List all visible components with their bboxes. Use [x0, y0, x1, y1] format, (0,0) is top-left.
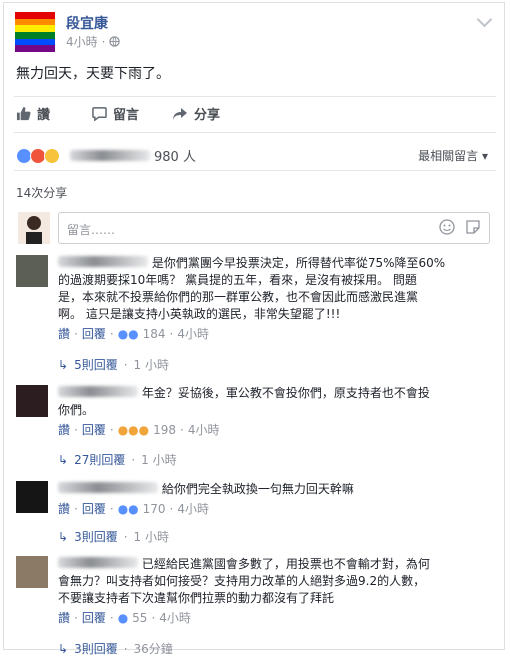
comment-time[interactable]: 4小時 [159, 610, 191, 627]
comment-text: 年金？妥協後，軍公教不會投你們，原支持者也不會投 [58, 385, 490, 402]
comment-text-line: 啊。 這只是讓支持小英執政的選民，非常失望罷了!!! [58, 307, 341, 321]
sort-label: 最相關留言 [418, 149, 479, 163]
comment-text: 給你們完全執政換一句無力回天幹嘛 [58, 481, 490, 498]
comment-reply-link[interactable]: 回覆 [82, 326, 106, 343]
comment-reaction-count[interactable]: 55 [132, 610, 147, 627]
sticker-icon[interactable] [465, 219, 481, 235]
comment-like-link[interactable]: 讚 [58, 326, 70, 343]
reply-arrow-icon: ↳ [58, 529, 69, 544]
comment-reply-link[interactable]: 回覆 [82, 422, 106, 439]
reply-time: 1 小時 [133, 358, 169, 372]
comment-reaction-count[interactable]: 198 [153, 422, 176, 439]
commenter-avatar[interactable] [16, 255, 48, 287]
comment-text-line: 你們。 [58, 403, 95, 417]
reply-arrow-icon: ↳ [58, 452, 69, 467]
replies-count: 27則回覆 [74, 453, 126, 467]
share-label: 分享 [194, 108, 221, 123]
post-time[interactable]: 4小時 [66, 33, 98, 50]
reply-time: 1 小時 [133, 530, 169, 544]
comment-like-link[interactable]: 讚 [58, 422, 70, 439]
replies-count: 3則回覆 [74, 642, 118, 656]
redacted-names [70, 150, 150, 161]
reply-time: 36分鐘 [133, 642, 173, 656]
comment-placeholder: 留言…… [67, 223, 116, 237]
commenter-avatar[interactable] [16, 556, 48, 588]
comment-button[interactable]: 留言 [92, 104, 139, 123]
caret-down-icon: ▾ [481, 149, 488, 163]
comment-time[interactable]: 4小時 [188, 422, 220, 439]
like-label: 讚 [37, 108, 51, 123]
thumbs-up-icon [16, 106, 31, 121]
post-meta: 4小時 · [66, 33, 121, 50]
comment-text-line: 是，本來就不投票給你們的那一群軍公教，也不會因此而感激民進黨 [58, 290, 419, 304]
view-replies-link[interactable]: ↳ 3則回覆 · 1 小時 [58, 528, 169, 545]
speech-bubble-icon [92, 106, 107, 121]
user-avatar [18, 212, 50, 244]
page-name-link[interactable]: 段宜康 [66, 13, 108, 33]
comment-time[interactable]: 4小時 [177, 326, 209, 343]
comment-text: 是你們黨團今早投票決定，所得替代率從75%降至60% [58, 255, 490, 272]
comment-input[interactable]: 留言…… [58, 212, 490, 244]
commenter-avatar[interactable] [16, 481, 48, 513]
comment-time[interactable]: 4小時 [177, 501, 209, 518]
comment-text-line: 會無力？叫支持者如何接受？支持用力改革的人絕對多過9.2的人數， [58, 574, 426, 588]
reply-time: 1 小時 [141, 453, 177, 467]
reply-arrow-icon: ↳ [58, 641, 69, 656]
post-text: 無力回天，天要下雨了。 [16, 66, 170, 82]
comment-reply-link[interactable]: 回覆 [82, 501, 106, 518]
share-count[interactable]: 14次分享 [16, 184, 67, 201]
share-button[interactable]: 分享 [172, 104, 220, 123]
reactions-summary[interactable]: 980 人 [16, 146, 196, 165]
comment-like-link[interactable]: 讚 [58, 610, 70, 627]
divider [14, 96, 496, 97]
reaction-icons: ●●● [117, 423, 150, 437]
comment-meta: 讚 · 回覆 · ●● 170 · 4小時 [58, 501, 210, 518]
comment-reply-link[interactable]: 回覆 [82, 610, 106, 627]
comment-meta: 讚 · 回覆 · ●●● 198 · 4小時 [58, 422, 220, 439]
commenter-avatar[interactable] [16, 385, 48, 417]
redacted-name[interactable] [58, 557, 138, 568]
reaction-icons: ● [117, 611, 129, 625]
comment-text-line: 的過渡期要採10年嗎？ 黨員提的五年，看來，是沒有被採用。 問題 [58, 273, 417, 287]
comment-sort-dropdown[interactable]: 最相關留言 ▾ [418, 147, 488, 164]
share-arrow-icon [173, 107, 187, 120]
comment-reaction-count[interactable]: 170 [143, 501, 166, 518]
comment-label: 留言 [113, 108, 140, 123]
comment-text: 已經給民進黨國會多數了，用投票也不會輸才對，為何 [58, 556, 490, 573]
page-avatar[interactable] [15, 12, 55, 52]
divider [14, 132, 496, 133]
comment-meta: 讚 · 回覆 · ●● 184 · 4小時 [58, 326, 210, 343]
redacted-name[interactable] [58, 256, 148, 267]
comment-like-link[interactable]: 讚 [58, 501, 70, 518]
view-replies-link[interactable]: ↳ 5則回覆 · 1 小時 [58, 356, 169, 373]
reaction-icons: ●● [117, 502, 139, 516]
replies-count: 3則回覆 [74, 530, 118, 544]
emoji-icon[interactable] [439, 219, 455, 235]
comment-meta: 讚 · 回覆 · ● 55 · 4小時 [58, 610, 191, 627]
view-replies-link[interactable]: ↳ 3則回覆 · 36分鐘 [58, 640, 173, 657]
like-button[interactable]: 讚 [16, 104, 50, 123]
reaction-count: 980 人 [154, 150, 196, 165]
view-replies-link[interactable]: ↳ 27則回覆 · 1 小時 [58, 451, 177, 468]
wow-reaction-icon [44, 147, 60, 164]
reaction-icons: ●● [117, 327, 139, 341]
reply-arrow-icon: ↳ [58, 357, 69, 372]
replies-count: 5則回覆 [74, 358, 118, 372]
comment-reaction-count[interactable]: 184 [143, 326, 166, 343]
globe-icon [109, 36, 121, 47]
redacted-name[interactable] [58, 386, 138, 397]
redacted-name[interactable] [58, 482, 158, 493]
divider [14, 170, 496, 171]
comment-text-line: 不要讓支持者下次違幫你們拉票的動力都沒有了拜託 [58, 591, 335, 605]
